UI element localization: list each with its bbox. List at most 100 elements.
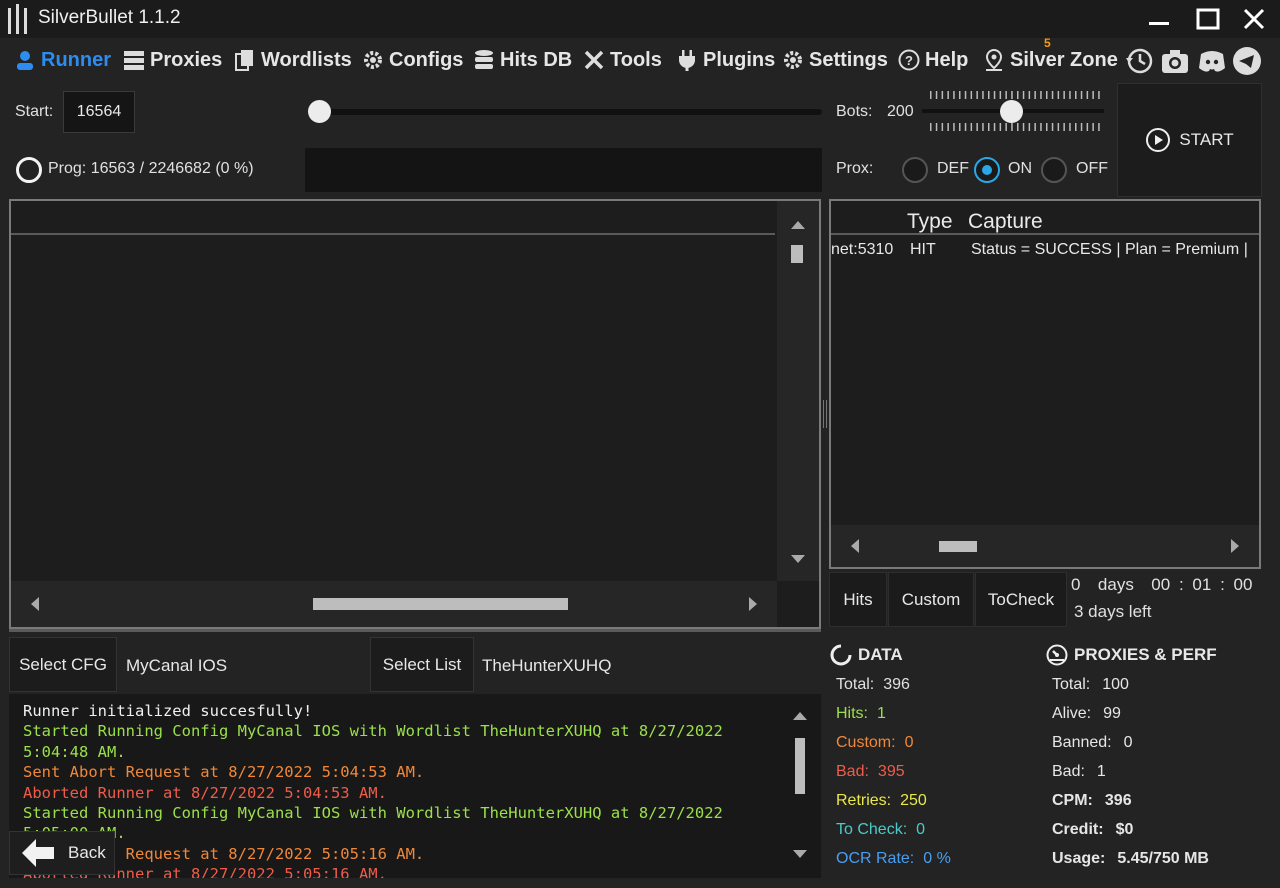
slider-tick bbox=[1098, 91, 1100, 99]
stat-label: Usage: bbox=[1052, 850, 1106, 867]
timer-sep: : bbox=[1178, 575, 1184, 594]
tab-custom[interactable]: Custom bbox=[888, 572, 974, 627]
table-horizontal-scrollbar[interactable] bbox=[831, 525, 1259, 567]
slider-tick bbox=[1046, 123, 1048, 131]
bots-slider-thumb[interactable] bbox=[1000, 100, 1023, 123]
nav-settings[interactable]: Settings bbox=[782, 46, 888, 74]
stat-value: 0 bbox=[1123, 734, 1133, 751]
timer-minutes: 01 bbox=[1192, 575, 1212, 594]
scroll-left-icon[interactable] bbox=[29, 597, 39, 611]
horizontal-splitter[interactable] bbox=[9, 629, 821, 632]
data-stat-row: Custom: 0 bbox=[836, 734, 951, 763]
nav-hits-db[interactable]: Hits DB bbox=[473, 46, 572, 74]
scroll-up-icon[interactable] bbox=[793, 710, 807, 720]
nav-plugins[interactable]: Plugins bbox=[676, 46, 775, 74]
hscroll-thumb[interactable] bbox=[939, 541, 977, 552]
stat-label: OCR Rate: bbox=[836, 850, 915, 867]
scroll-thumb[interactable] bbox=[791, 245, 803, 263]
nav-tools[interactable]: Tools bbox=[583, 46, 662, 74]
telegram-icon[interactable] bbox=[1232, 46, 1262, 76]
scroll-right-icon[interactable] bbox=[1231, 539, 1241, 553]
log-line: Runner initialized succesfully! bbox=[23, 702, 313, 720]
server-icon bbox=[124, 51, 144, 70]
select-cfg-label: Select CFG bbox=[19, 654, 107, 674]
scroll-down-icon[interactable] bbox=[791, 555, 805, 565]
column-header-type[interactable]: Type bbox=[907, 210, 953, 234]
progress-sep: / bbox=[139, 160, 145, 177]
slider-tick bbox=[1086, 123, 1089, 131]
stat-value: 99 bbox=[1103, 705, 1121, 722]
minimize-icon[interactable] bbox=[1144, 4, 1174, 34]
progress-current: 16563 bbox=[90, 160, 136, 177]
grid-header-divider bbox=[11, 233, 775, 235]
progress-label: Prog: bbox=[48, 160, 87, 177]
slider-tick bbox=[988, 123, 990, 131]
nav-label: Silver Zone bbox=[1010, 48, 1118, 71]
scroll-down-icon[interactable] bbox=[793, 850, 807, 860]
data-grid[interactable] bbox=[9, 199, 821, 629]
close-icon[interactable] bbox=[1239, 4, 1269, 34]
data-title: DATA bbox=[858, 645, 903, 664]
slider-tick bbox=[1057, 123, 1060, 131]
scroll-left-icon[interactable] bbox=[849, 539, 859, 553]
log-console[interactable]: Runner initialized succesfully! Started R… bbox=[9, 694, 821, 878]
data-stat-row: To Check: 0 bbox=[836, 821, 951, 850]
table-row[interactable]: net:5310 HIT Status = SUCCESS | Plan = P… bbox=[831, 239, 1259, 261]
column-header-capture[interactable]: Capture bbox=[968, 210, 1043, 234]
database-icon bbox=[475, 50, 493, 69]
start-slider-thumb[interactable] bbox=[308, 100, 331, 123]
slider-tick bbox=[941, 91, 944, 99]
proxy-radio-def[interactable] bbox=[902, 157, 928, 183]
stat-label: To Check: bbox=[836, 821, 908, 838]
grid-horizontal-scrollbar[interactable] bbox=[11, 581, 777, 627]
slider-tick bbox=[953, 91, 955, 99]
start-button-label: START bbox=[1179, 130, 1234, 149]
tab-hits[interactable]: Hits bbox=[829, 572, 887, 627]
data-stat-row: Bad: 395 bbox=[836, 763, 951, 792]
back-button[interactable]: Back bbox=[9, 831, 115, 875]
slider-tick bbox=[1075, 123, 1077, 131]
history-icon[interactable] bbox=[1124, 46, 1154, 76]
nav-help[interactable]: ? Help bbox=[898, 46, 968, 74]
slider-tick bbox=[1017, 123, 1019, 131]
discord-icon[interactable] bbox=[1197, 46, 1227, 76]
slider-tick bbox=[1046, 91, 1048, 99]
log-vertical-scrollbar[interactable] bbox=[787, 694, 821, 878]
nav-proxies[interactable]: Proxies bbox=[123, 46, 222, 74]
scroll-up-icon[interactable] bbox=[791, 219, 805, 229]
help-icon: ? bbox=[898, 49, 920, 71]
splitter-handle[interactable] bbox=[823, 400, 827, 428]
proxies-panel-title: PROXIES & PERF bbox=[1046, 644, 1217, 666]
nav-configs[interactable]: Configs bbox=[362, 46, 463, 74]
proxy-radio-off[interactable] bbox=[1041, 157, 1067, 183]
tab-label: ToCheck bbox=[987, 589, 1055, 609]
nav-runner[interactable]: Runner bbox=[14, 46, 111, 74]
proxy-option-def: DEF bbox=[937, 160, 969, 177]
stat-label: Banned: bbox=[1052, 734, 1112, 751]
nav-silver-zone[interactable]: Silver Zone bbox=[983, 46, 1118, 74]
bots-value: 200 bbox=[887, 103, 914, 120]
maximize-icon[interactable] bbox=[1193, 4, 1223, 34]
stat-value: 396 bbox=[1104, 792, 1132, 809]
start-button[interactable]: START bbox=[1117, 83, 1262, 197]
select-cfg-button[interactable]: Select CFG bbox=[9, 637, 117, 692]
tab-tocheck[interactable]: ToCheck bbox=[975, 572, 1067, 627]
days-left: 3 days left bbox=[1074, 602, 1152, 621]
slider-tick bbox=[1011, 123, 1013, 131]
start-input[interactable]: 16564 bbox=[63, 91, 135, 133]
grid-vertical-scrollbar[interactable] bbox=[777, 201, 819, 581]
stat-label: Bad: bbox=[1052, 763, 1085, 780]
slider-tick bbox=[1005, 123, 1007, 131]
select-list-button[interactable]: Select List bbox=[370, 637, 474, 692]
scroll-thumb[interactable] bbox=[795, 738, 805, 794]
hits-table[interactable]: Type Capture net:5310 HIT Status = SUCCE… bbox=[829, 199, 1261, 569]
camera-icon[interactable] bbox=[1160, 46, 1190, 76]
stat-label: Hits: bbox=[836, 705, 868, 722]
hscroll-thumb[interactable] bbox=[313, 598, 568, 610]
start-slider-track[interactable] bbox=[308, 109, 822, 115]
proxy-radio-on[interactable] bbox=[974, 157, 1000, 183]
scroll-right-icon[interactable] bbox=[749, 597, 759, 611]
bots-label: Bots: bbox=[836, 103, 873, 120]
select-list-label: Select List bbox=[382, 654, 462, 674]
nav-wordlists[interactable]: Wordlists bbox=[234, 46, 352, 74]
